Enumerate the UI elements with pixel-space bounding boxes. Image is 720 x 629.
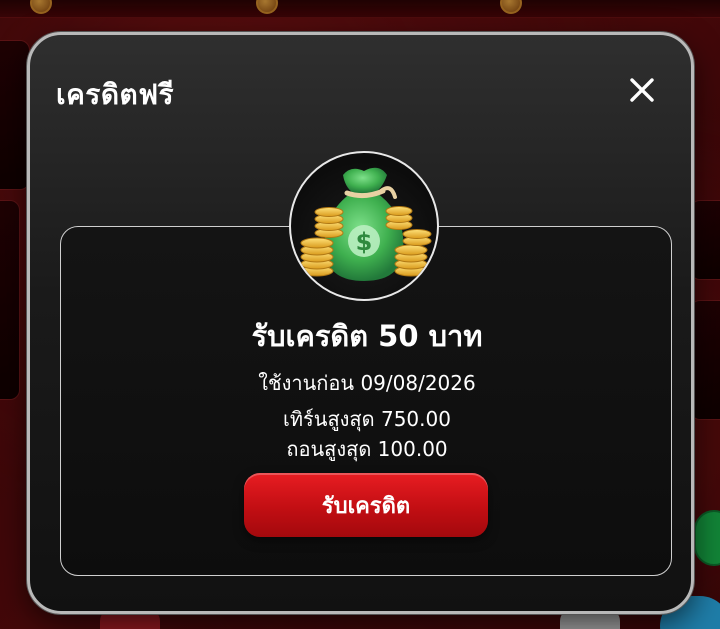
close-button[interactable] <box>627 75 657 105</box>
close-icon <box>630 78 654 102</box>
max-withdraw-text: ถอนสูงสุด 100.00 <box>286 437 448 461</box>
svg-text:$: $ <box>356 228 373 256</box>
offer-headline: รับเครดิต 50 บาท <box>251 319 483 353</box>
free-credit-modal: เครดิตฟรี รับเครดิต 50 บาท ใช้งานก่อน 09… <box>27 32 694 614</box>
money-bag-icon: $ <box>300 167 432 281</box>
max-turnover-text: เทิร์นสูงสุด 750.00 <box>283 407 451 431</box>
offer-badge: $ <box>289 151 439 301</box>
modal-title: เครดิตฟรี <box>56 78 175 111</box>
claim-credit-button[interactable]: รับเครดิต <box>244 473 488 537</box>
valid-until-text: ใช้งานก่อน 09/08/2026 <box>258 371 476 395</box>
